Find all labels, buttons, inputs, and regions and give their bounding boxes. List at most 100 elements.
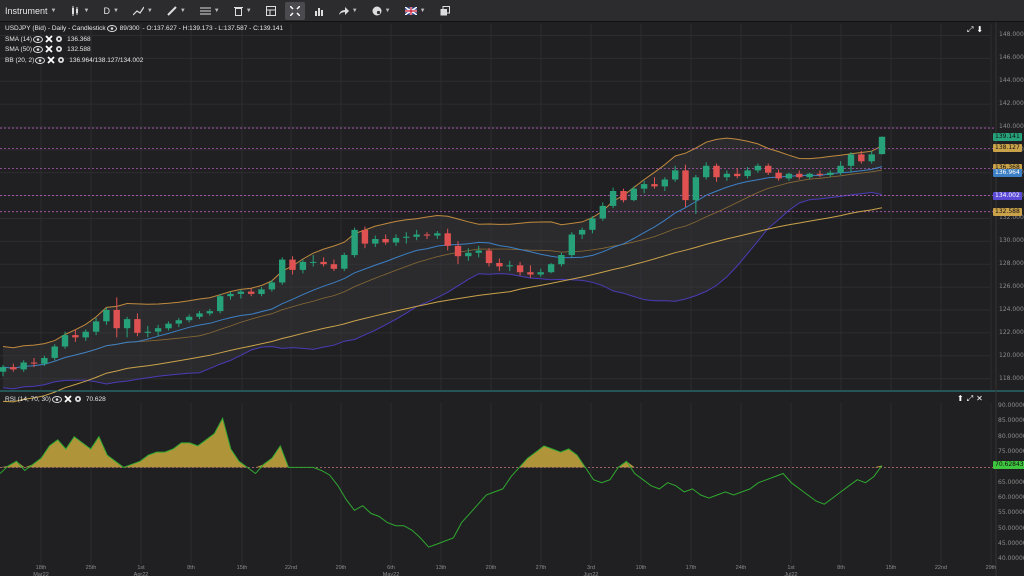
indicators-button[interactable] <box>309 2 329 20</box>
pencil-tools-menu[interactable]: ▼ <box>162 2 191 20</box>
chevron-down-icon: ▼ <box>83 7 90 14</box>
candle <box>299 261 307 270</box>
sma14-label: SMA (14) <box>5 35 33 43</box>
close-icon[interactable] <box>45 45 53 53</box>
candle <box>392 237 400 243</box>
legend-sma14: SMA (14) 136.368 <box>5 35 91 43</box>
candle <box>568 234 575 256</box>
timeframe-menu[interactable]: D ▼ <box>98 2 123 20</box>
time-tick-label: 3rd Jun22 <box>584 565 599 576</box>
fibonacci-tools-menu[interactable]: ▼ <box>195 2 225 20</box>
rsi-tick-label: 45.00000 <box>998 540 1024 548</box>
gear-icon[interactable] <box>74 395 82 403</box>
time-tick-month: May22 <box>382 572 400 576</box>
close-icon[interactable] <box>64 395 72 403</box>
candle <box>703 165 710 178</box>
candle <box>868 154 875 162</box>
time-tick-day: 8th <box>187 565 195 571</box>
chart-area[interactable] <box>0 22 1024 576</box>
candle <box>248 291 255 294</box>
candle <box>134 319 141 333</box>
candle <box>61 335 69 347</box>
time-tick-day: 20th <box>485 565 497 571</box>
price-badge: 136.964 <box>993 168 1022 177</box>
gear-icon[interactable] <box>55 35 63 43</box>
candle <box>692 177 700 201</box>
rsi-tick-label: 50.00000 <box>998 524 1024 532</box>
candle <box>496 263 503 267</box>
arrow-up-icon[interactable]: ⬆ <box>957 394 964 404</box>
rsi-badge: 70.62843 <box>993 461 1024 470</box>
main-pane-controls: ⤢ ⬇ <box>967 25 983 35</box>
candle <box>661 179 668 187</box>
legend-bar-count: 89/300 <box>119 25 140 32</box>
eye-icon[interactable] <box>35 56 46 64</box>
candle <box>72 335 79 338</box>
crosshair-button[interactable] <box>284 1 305 20</box>
layout-button[interactable] <box>261 2 281 20</box>
popout-button[interactable] <box>435 2 455 20</box>
instrument-menu[interactable]: Instrument ▼ <box>0 2 61 20</box>
candle <box>527 272 534 275</box>
candle <box>537 272 544 275</box>
eye-icon[interactable] <box>33 45 44 53</box>
theme-menu[interactable]: ▼ <box>367 2 396 20</box>
share-menu[interactable]: ▼ <box>333 2 363 20</box>
rsi-tick-label: 65.00000 <box>998 478 1024 486</box>
candle <box>258 289 265 294</box>
time-tick-day: 13th <box>435 565 447 571</box>
close-icon[interactable] <box>47 56 55 64</box>
rsi-tick-label: 55.00000 <box>998 509 1024 517</box>
close-icon[interactable] <box>45 35 53 43</box>
toolbar: Instrument ▼ ▼ D ▼ ▼ ▼ ▼ ▼ ▼ ▼ ▼ <box>0 0 1024 22</box>
layout-icon <box>265 5 276 16</box>
time-tick-day: 22nd <box>284 565 298 571</box>
candle <box>330 264 338 269</box>
candle <box>630 188 637 201</box>
time-tick-month: Jun22 <box>583 572 599 576</box>
candle <box>754 165 762 171</box>
candle <box>372 239 379 244</box>
bb-value: 136.964/138.127/134.002 <box>69 56 144 64</box>
candle <box>609 191 617 206</box>
candle <box>682 170 689 201</box>
chart-type-menu[interactable]: ▼ <box>65 2 94 20</box>
timeframe-label: D <box>103 5 110 16</box>
price-tick-label: 122.000 <box>999 328 1024 336</box>
time-tick-month: Jul22 <box>784 572 798 576</box>
candle <box>858 154 865 162</box>
chevron-down-icon: ▼ <box>419 7 426 14</box>
expand-icon[interactable]: ⤢ <box>967 394 973 404</box>
drawing-tools-menu[interactable]: ▼ <box>128 2 158 20</box>
expand-icon[interactable]: ⤢ <box>967 25 973 35</box>
language-menu[interactable]: ▼ <box>400 2 431 20</box>
candle <box>92 321 100 332</box>
time-tick-month: Mar22 <box>33 572 49 576</box>
price-tick-label: 118.000 <box>999 374 1024 382</box>
eye-icon[interactable] <box>33 35 44 43</box>
eye-icon[interactable] <box>106 25 117 32</box>
legend-main: USDJPY (Bid) - Daily - Candlestick 89/30… <box>5 25 283 32</box>
trendline-icon <box>132 6 144 15</box>
bar-chart-icon <box>314 7 323 16</box>
candle <box>279 259 286 283</box>
price-tick-label: 130.000 <box>999 237 1024 245</box>
eye-icon[interactable] <box>51 395 62 403</box>
time-tick-day: 15th <box>236 565 248 571</box>
time-tick-label: 24th <box>736 565 747 572</box>
gear-icon[interactable] <box>55 45 63 53</box>
candle <box>589 218 596 230</box>
candle <box>806 173 813 178</box>
arrow-down-icon[interactable]: ⬇ <box>976 25 983 35</box>
close-icon[interactable]: ✕ <box>976 394 983 404</box>
candle <box>734 173 741 177</box>
candle <box>320 261 327 265</box>
instrument-label: Instrument <box>5 5 48 16</box>
gear-icon[interactable] <box>57 56 65 64</box>
candle <box>516 265 524 273</box>
candle <box>578 229 586 235</box>
delete-tools-menu[interactable]: ▼ <box>229 2 257 20</box>
candle <box>217 296 224 312</box>
candle <box>165 323 172 329</box>
candle <box>465 252 472 257</box>
